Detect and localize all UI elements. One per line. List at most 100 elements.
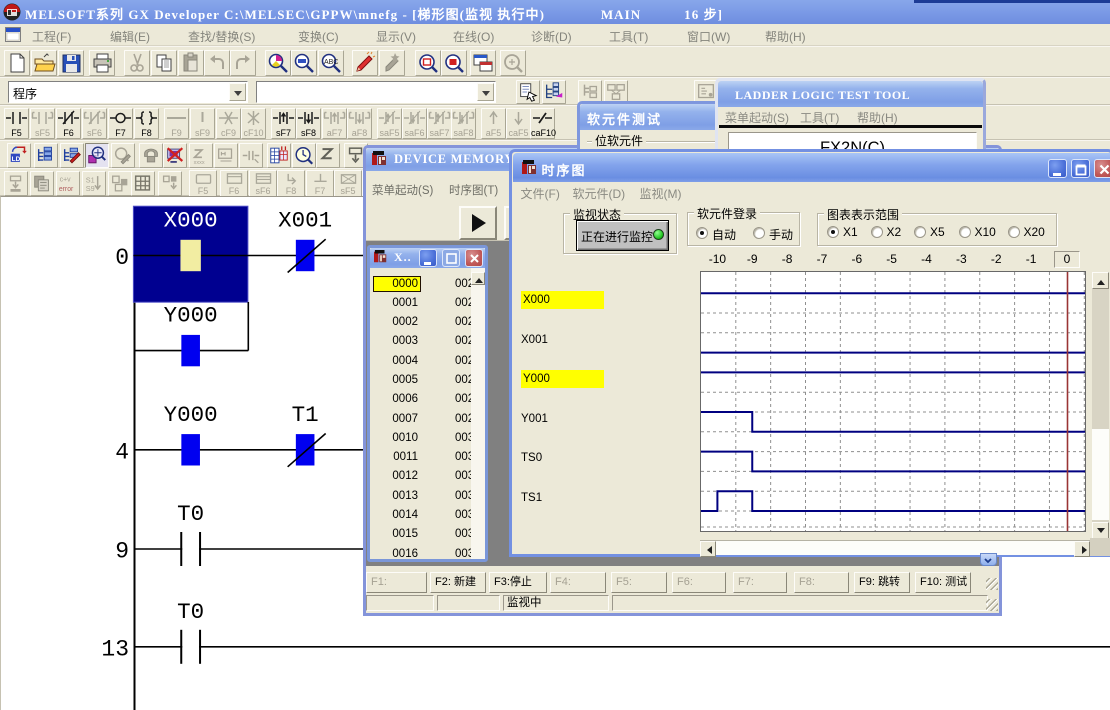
fkey-F6-button[interactable]: F6:: [672, 572, 726, 593]
device-x-window[interactable]: X.. 000000200001002100020022000300230004…: [367, 245, 488, 562]
close-button[interactable]: [1094, 159, 1110, 178]
error-icon[interactable]: c+verror: [56, 171, 80, 196]
device-row[interactable]: 00040024: [370, 354, 485, 373]
cut-icon[interactable]: [124, 50, 150, 76]
combo-dropdown-button[interactable]: [477, 83, 494, 101]
block-down-icon[interactable]: [158, 171, 182, 196]
chart-menu-1[interactable]: 软元件(D): [573, 185, 626, 202]
grey-z-icon[interactable]: xxxx: [189, 143, 213, 168]
devmem-menu-menu-start[interactable]: 菜单起动(S): [372, 182, 433, 198]
fkey-F3-button[interactable]: F3:停止: [489, 572, 547, 593]
device-row[interactable]: 00120032: [370, 469, 485, 488]
minimize-button[interactable]: [1048, 159, 1067, 178]
edit-insert-icon[interactable]: [379, 50, 405, 76]
scroll-up-button[interactable]: [471, 272, 485, 285]
ladder-symbol-caF5-button[interactable]: caF5: [506, 108, 531, 139]
simulator-run-button[interactable]: [459, 206, 497, 240]
fkey-F9-button[interactable]: F9: 跳转: [854, 572, 910, 593]
ladder-symbol-aF7-button[interactable]: aF7: [322, 108, 347, 139]
register-自动-radio[interactable]: [696, 227, 708, 239]
search-grey-icon[interactable]: [500, 50, 526, 76]
device-row[interactable]: 00070027: [370, 412, 485, 431]
ladder-symbol-saF8-button[interactable]: saF8: [451, 108, 476, 139]
device-row[interactable]: 00110031: [370, 450, 485, 469]
range-X2-radio[interactable]: [871, 226, 883, 238]
ladder-symbol-caF10-button[interactable]: caF10: [530, 108, 555, 139]
device-row[interactable]: 00100030: [370, 431, 485, 450]
save-icon[interactable]: [58, 50, 84, 76]
testtool-menu-2[interactable]: 帮助(H): [857, 109, 898, 126]
sfc-F5-button[interactable]: F5: [189, 170, 217, 197]
menu-工具(T)[interactable]: 工具(T): [609, 28, 648, 45]
device-row[interactable]: 00020022: [370, 315, 485, 334]
menu-在线(O)[interactable]: 在线(O): [453, 28, 494, 45]
device-combo[interactable]: [256, 81, 496, 103]
zoom-box-icon[interactable]: [415, 50, 441, 76]
ld-convert-icon[interactable]: LD: [7, 143, 31, 168]
minimize-button[interactable]: [419, 249, 437, 267]
testtool-menu-1[interactable]: 工具(T): [800, 109, 839, 126]
menu-变换(C)[interactable]: 变换(C): [298, 28, 339, 45]
find-icon[interactable]: [265, 50, 291, 76]
sfc-sF6-button[interactable]: sF6: [249, 170, 277, 197]
grid-dark-icon[interactable]: [131, 171, 155, 196]
ladder-symbol-F5-button[interactable]: F5: [4, 108, 29, 139]
chart-vscrollbar[interactable]: [1092, 272, 1109, 539]
fkey-F4-button[interactable]: F4:: [550, 572, 606, 593]
program-combo[interactable]: 程序: [8, 81, 248, 103]
menu-帮助(H)[interactable]: 帮助(H): [765, 28, 806, 45]
ladder-symbol-cF10-button[interactable]: cF10: [241, 108, 266, 139]
ladder-symbol-F7-button[interactable]: F7: [108, 108, 133, 139]
fkey-F10-button[interactable]: F10: 测试: [915, 572, 971, 593]
maximize-button[interactable]: [442, 249, 460, 267]
device-row[interactable]: 00030023: [370, 334, 485, 353]
copy-program-icon[interactable]: [516, 80, 540, 104]
window-split-icon[interactable]: [470, 50, 496, 76]
redo-icon[interactable]: [230, 50, 256, 76]
open-folder-icon[interactable]: [31, 50, 57, 76]
menu-编辑(E)[interactable]: 编辑(E): [110, 28, 150, 45]
paste-icon[interactable]: [178, 50, 204, 76]
print-icon[interactable]: [89, 50, 115, 76]
fkey-F2-button[interactable]: F2: 新建: [430, 572, 486, 593]
s1s9-icon[interactable]: S1S9: [82, 171, 106, 196]
monitor-stop-icon[interactable]: [163, 143, 187, 168]
device-row[interactable]: 00000020: [370, 277, 485, 296]
ladder-symbol-sF8-button[interactable]: sF8: [296, 108, 321, 139]
zoom-fill-icon[interactable]: [441, 50, 467, 76]
device-row[interactable]: 00050025: [370, 373, 485, 392]
vscroll-thumb[interactable]: [1092, 429, 1109, 520]
undo-icon[interactable]: [204, 50, 230, 76]
clock-magnifier-icon[interactable]: [292, 143, 316, 168]
ladder-symbol-saF6-button[interactable]: saF6: [402, 108, 427, 139]
combo-dropdown-button[interactable]: [229, 83, 246, 101]
ladder-symbol-sF9-button[interactable]: sF9: [190, 108, 215, 139]
chart-hscrollbar[interactable]: [700, 540, 1090, 556]
pages-icon[interactable]: [30, 171, 54, 196]
ladder-symbol-F8-button[interactable]: F8: [134, 108, 159, 139]
range-X10-radio[interactable]: [959, 226, 971, 238]
copy-icon[interactable]: [151, 50, 177, 76]
edit-marker-icon[interactable]: [352, 50, 378, 76]
monitor-write-icon[interactable]: [111, 143, 135, 168]
sfc-F7-button[interactable]: F7: [306, 170, 334, 197]
new-file-icon[interactable]: [4, 50, 30, 76]
scroll-left-button[interactable]: [700, 541, 716, 557]
sfc-F6-button[interactable]: F6: [220, 170, 248, 197]
timing-chart-titlebar[interactable]: 时序图: [513, 153, 1110, 182]
range-X5-radio[interactable]: [914, 226, 926, 238]
fkey-F8-button[interactable]: F8:: [794, 572, 849, 593]
ladder-symbol-aF8-button[interactable]: aF8: [347, 108, 372, 139]
ladder-symbol-sF7-button[interactable]: sF7: [271, 108, 296, 139]
device-x-titlebar[interactable]: X..: [370, 248, 485, 268]
sfc-sF5-button[interactable]: sF5: [334, 170, 362, 197]
device-row[interactable]: 00060026: [370, 392, 485, 411]
tree-red-pencil-icon[interactable]: [60, 143, 84, 168]
find-device-icon[interactable]: [291, 50, 317, 76]
fkey-F1-button[interactable]: F1:: [366, 572, 427, 593]
menu-工程(F)[interactable]: 工程(F): [32, 28, 71, 45]
scroll-right-button[interactable]: [1074, 541, 1090, 557]
dark-z-icon[interactable]: [316, 143, 340, 168]
tree-edit-icon[interactable]: [542, 80, 566, 104]
register-手动-radio[interactable]: [753, 227, 765, 239]
